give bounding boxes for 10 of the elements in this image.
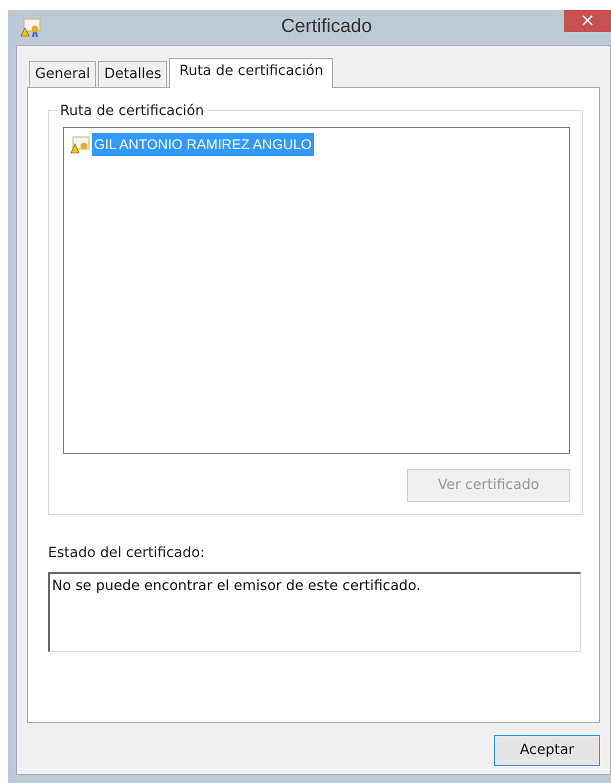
tab[interactable]: Detalles: [98, 61, 168, 87]
tab[interactable]: General: [29, 61, 96, 87]
status-text-field[interactable]: No se puede encontrar el emisor de este certificado.: [48, 572, 581, 652]
certificate-warning-icon: [20, 18, 42, 38]
tab[interactable]: Ruta de certificación: [169, 58, 334, 88]
status-label: Estado del certificado:: [48, 544, 206, 563]
certificate-warning-icon: [70, 136, 90, 154]
window-title: Certificado: [281, 15, 372, 40]
ok-button[interactable]: Aceptar: [494, 735, 600, 766]
close-button[interactable]: ×: [564, 10, 611, 32]
